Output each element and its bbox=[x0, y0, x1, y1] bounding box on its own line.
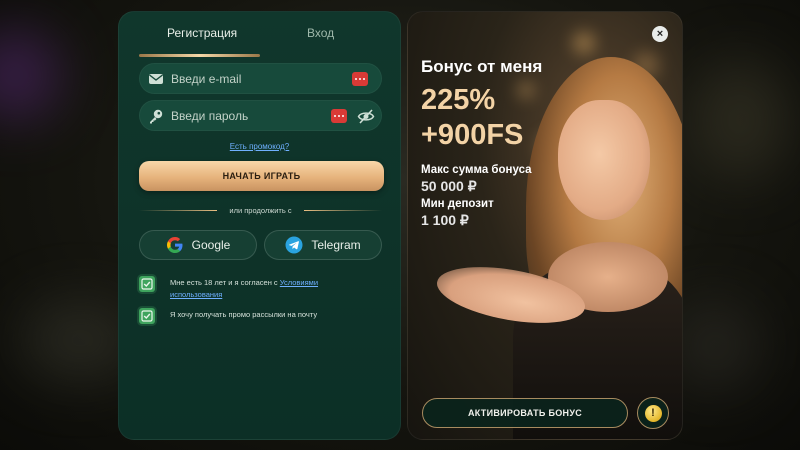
email-placeholder: Введи e-mail bbox=[171, 72, 242, 86]
password-autofill-button[interactable] bbox=[331, 109, 347, 123]
key-icon bbox=[150, 109, 163, 124]
min-deposit-value: 1 100 ₽ bbox=[421, 212, 469, 228]
background-bokeh bbox=[518, 82, 534, 98]
terms-checkbox[interactable] bbox=[139, 276, 155, 292]
active-tab-indicator bbox=[139, 54, 260, 57]
tab-login[interactable]: Вход bbox=[307, 26, 334, 40]
telegram-login-button[interactable]: Telegram bbox=[264, 230, 382, 260]
terms-consent-text: Мне есть 18 лет и я согласен с Условиями… bbox=[170, 277, 370, 301]
google-icon bbox=[166, 237, 183, 253]
eye-off-icon[interactable] bbox=[357, 108, 375, 125]
model-face bbox=[558, 100, 650, 220]
activate-bonus-button[interactable]: АКТИВИРОВАТЬ БОНУС bbox=[422, 398, 628, 428]
newsletter-consent-text: Я хочу получать промо рассылки на почту bbox=[170, 310, 318, 319]
alert-icon: ! bbox=[644, 404, 662, 422]
bonus-freespins: +900FS bbox=[421, 119, 524, 151]
google-login-button[interactable]: Google bbox=[139, 230, 257, 260]
bonus-percent: 225% bbox=[421, 84, 496, 116]
telegram-label: Telegram bbox=[311, 238, 361, 252]
google-label: Google bbox=[191, 238, 231, 252]
checkmark-icon bbox=[141, 310, 153, 322]
min-deposit-label: Мин депозит bbox=[421, 198, 494, 210]
email-autofill-button[interactable] bbox=[352, 72, 368, 86]
password-placeholder: Введи пароль bbox=[171, 109, 249, 123]
social-divider: или продолжить с bbox=[139, 206, 382, 216]
start-playing-button[interactable]: НАЧАТЬ ИГРАТЬ bbox=[139, 161, 384, 191]
divider-line bbox=[304, 210, 382, 211]
newsletter-checkbox[interactable] bbox=[139, 308, 155, 324]
background-glow bbox=[0, 30, 60, 120]
background-glow bbox=[690, 60, 790, 180]
bonus-title: Бонус от меня bbox=[421, 57, 543, 76]
checkmark-icon bbox=[141, 278, 153, 290]
bonus-info-button[interactable]: ! bbox=[637, 397, 669, 429]
background-bokeh bbox=[573, 32, 595, 54]
max-bonus-value: 50 000 ₽ bbox=[421, 178, 477, 194]
password-field[interactable]: Введи пароль bbox=[139, 100, 382, 131]
email-field[interactable]: Введи e-mail bbox=[139, 63, 382, 94]
background-glow bbox=[670, 300, 760, 390]
terms-text: Мне есть 18 лет и я согласен с bbox=[170, 278, 278, 287]
bonus-panel: × Бонус от меня 225% +900FS Макс сумма б… bbox=[407, 11, 683, 440]
auth-tabs: Регистрация Вход bbox=[119, 26, 400, 57]
telegram-icon bbox=[285, 236, 303, 254]
registration-panel: Регистрация Вход Введи e-mail Введи паро… bbox=[118, 11, 401, 440]
tab-registration[interactable]: Регистрация bbox=[167, 26, 237, 40]
envelope-icon bbox=[149, 74, 163, 84]
max-bonus-label: Макс сумма бонуса bbox=[421, 164, 532, 176]
promo-code-link[interactable]: Есть промокод? bbox=[119, 142, 400, 151]
close-button[interactable]: × bbox=[652, 26, 668, 42]
